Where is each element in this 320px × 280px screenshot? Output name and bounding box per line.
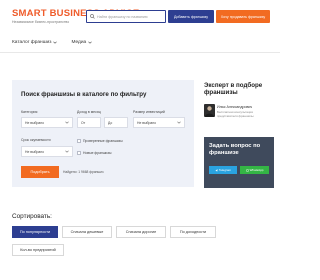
expert-title: Эксперт в подборе франшизы [204, 82, 263, 97]
investment-value: Не выбрано [137, 120, 156, 125]
ask-title: Задать вопрос по франшизе [209, 143, 261, 156]
sort-option-enterprises-count[interactable]: Кол-во предприятий [12, 244, 64, 256]
nav-divider [0, 52, 280, 53]
sort-title: Сортировать: [12, 213, 52, 220]
category-label: Категория [21, 110, 38, 114]
sell-franchise-button[interactable]: Хочу продавать франшизу [216, 10, 270, 23]
chevron-down-icon [88, 41, 92, 44]
income-from-placeholder: От [81, 120, 86, 125]
chevron-down-icon [177, 121, 181, 124]
expert-name: Илья Александрович [217, 105, 253, 109]
category-value: Не выбрано [25, 120, 44, 125]
payback-label: Срок окупаемости [21, 138, 51, 142]
search-input[interactable]: Найти франшизу по названию [86, 10, 166, 23]
checkbox-box[interactable] [77, 139, 81, 143]
add-franchise-button[interactable]: Добавить франшизу [168, 10, 214, 23]
found-count: Найдено: 1 9668 франшиз [63, 170, 104, 174]
avatar [204, 104, 215, 117]
whatsapp-button[interactable]: WhatsApp [240, 166, 269, 174]
filter-panel: Поиск франшизы в каталоге по фильтру Кат… [12, 80, 194, 187]
new-checkbox-label: Новые франшизы [83, 151, 112, 155]
sort-option-cheap-first[interactable]: Сначала дешевые [62, 226, 112, 238]
income-to-placeholder: До [108, 120, 113, 125]
verified-checkbox[interactable]: Проверенные франшизы [77, 139, 123, 143]
whatsapp-label: WhatsApp [249, 168, 264, 172]
nav-item-catalog[interactable]: Каталог франшиз [12, 40, 58, 45]
chevron-down-icon [65, 150, 69, 153]
nav-item-label: Каталог франшиз [12, 40, 52, 45]
nav-item-label: Медиа [71, 40, 87, 45]
ask-question-card: Задать вопрос по франшизе Telegram Whats… [204, 137, 274, 188]
expert-description: Бесплатная консультация представителя фр… [217, 110, 254, 118]
search-button[interactable]: Подобрать [21, 166, 59, 178]
verified-checkbox-label: Проверенные франшизы [83, 139, 123, 143]
investment-label: Размер инвестиций [133, 110, 165, 114]
telegram-button[interactable]: Telegram [209, 166, 237, 174]
whatsapp-icon [245, 168, 249, 172]
income-label: Доход в месяц [77, 110, 101, 114]
chevron-down-icon [65, 121, 69, 124]
income-from-field[interactable]: От [77, 117, 101, 128]
sort-option-profitability[interactable]: По доходности [170, 226, 216, 238]
person-icon [205, 106, 214, 117]
income-to-field[interactable]: До [104, 117, 128, 128]
category-select[interactable]: Не выбрано [21, 117, 73, 128]
checkbox-box[interactable] [77, 151, 81, 155]
chevron-down-icon [53, 41, 58, 44]
main-nav: Каталог франшиз Медиа [12, 40, 92, 45]
payback-value: Не выбрано [25, 149, 44, 154]
nav-item-media[interactable]: Медиа [71, 40, 92, 45]
sort-option-expensive-first[interactable]: Сначала дорогие [116, 226, 166, 238]
sort-option-popularity[interactable]: По популярности [12, 226, 58, 238]
investment-select[interactable]: Не выбрано [133, 117, 185, 128]
filter-title: Поиск франшизы в каталоге по фильтру [21, 91, 147, 98]
new-checkbox[interactable]: Новые франшизы [77, 151, 111, 155]
search-icon [90, 14, 95, 19]
telegram-icon [215, 168, 218, 172]
payback-select[interactable]: Не выбрано [21, 146, 73, 157]
search-placeholder: Найти франшизу по названию [97, 14, 148, 19]
telegram-label: Telegram [218, 168, 232, 172]
